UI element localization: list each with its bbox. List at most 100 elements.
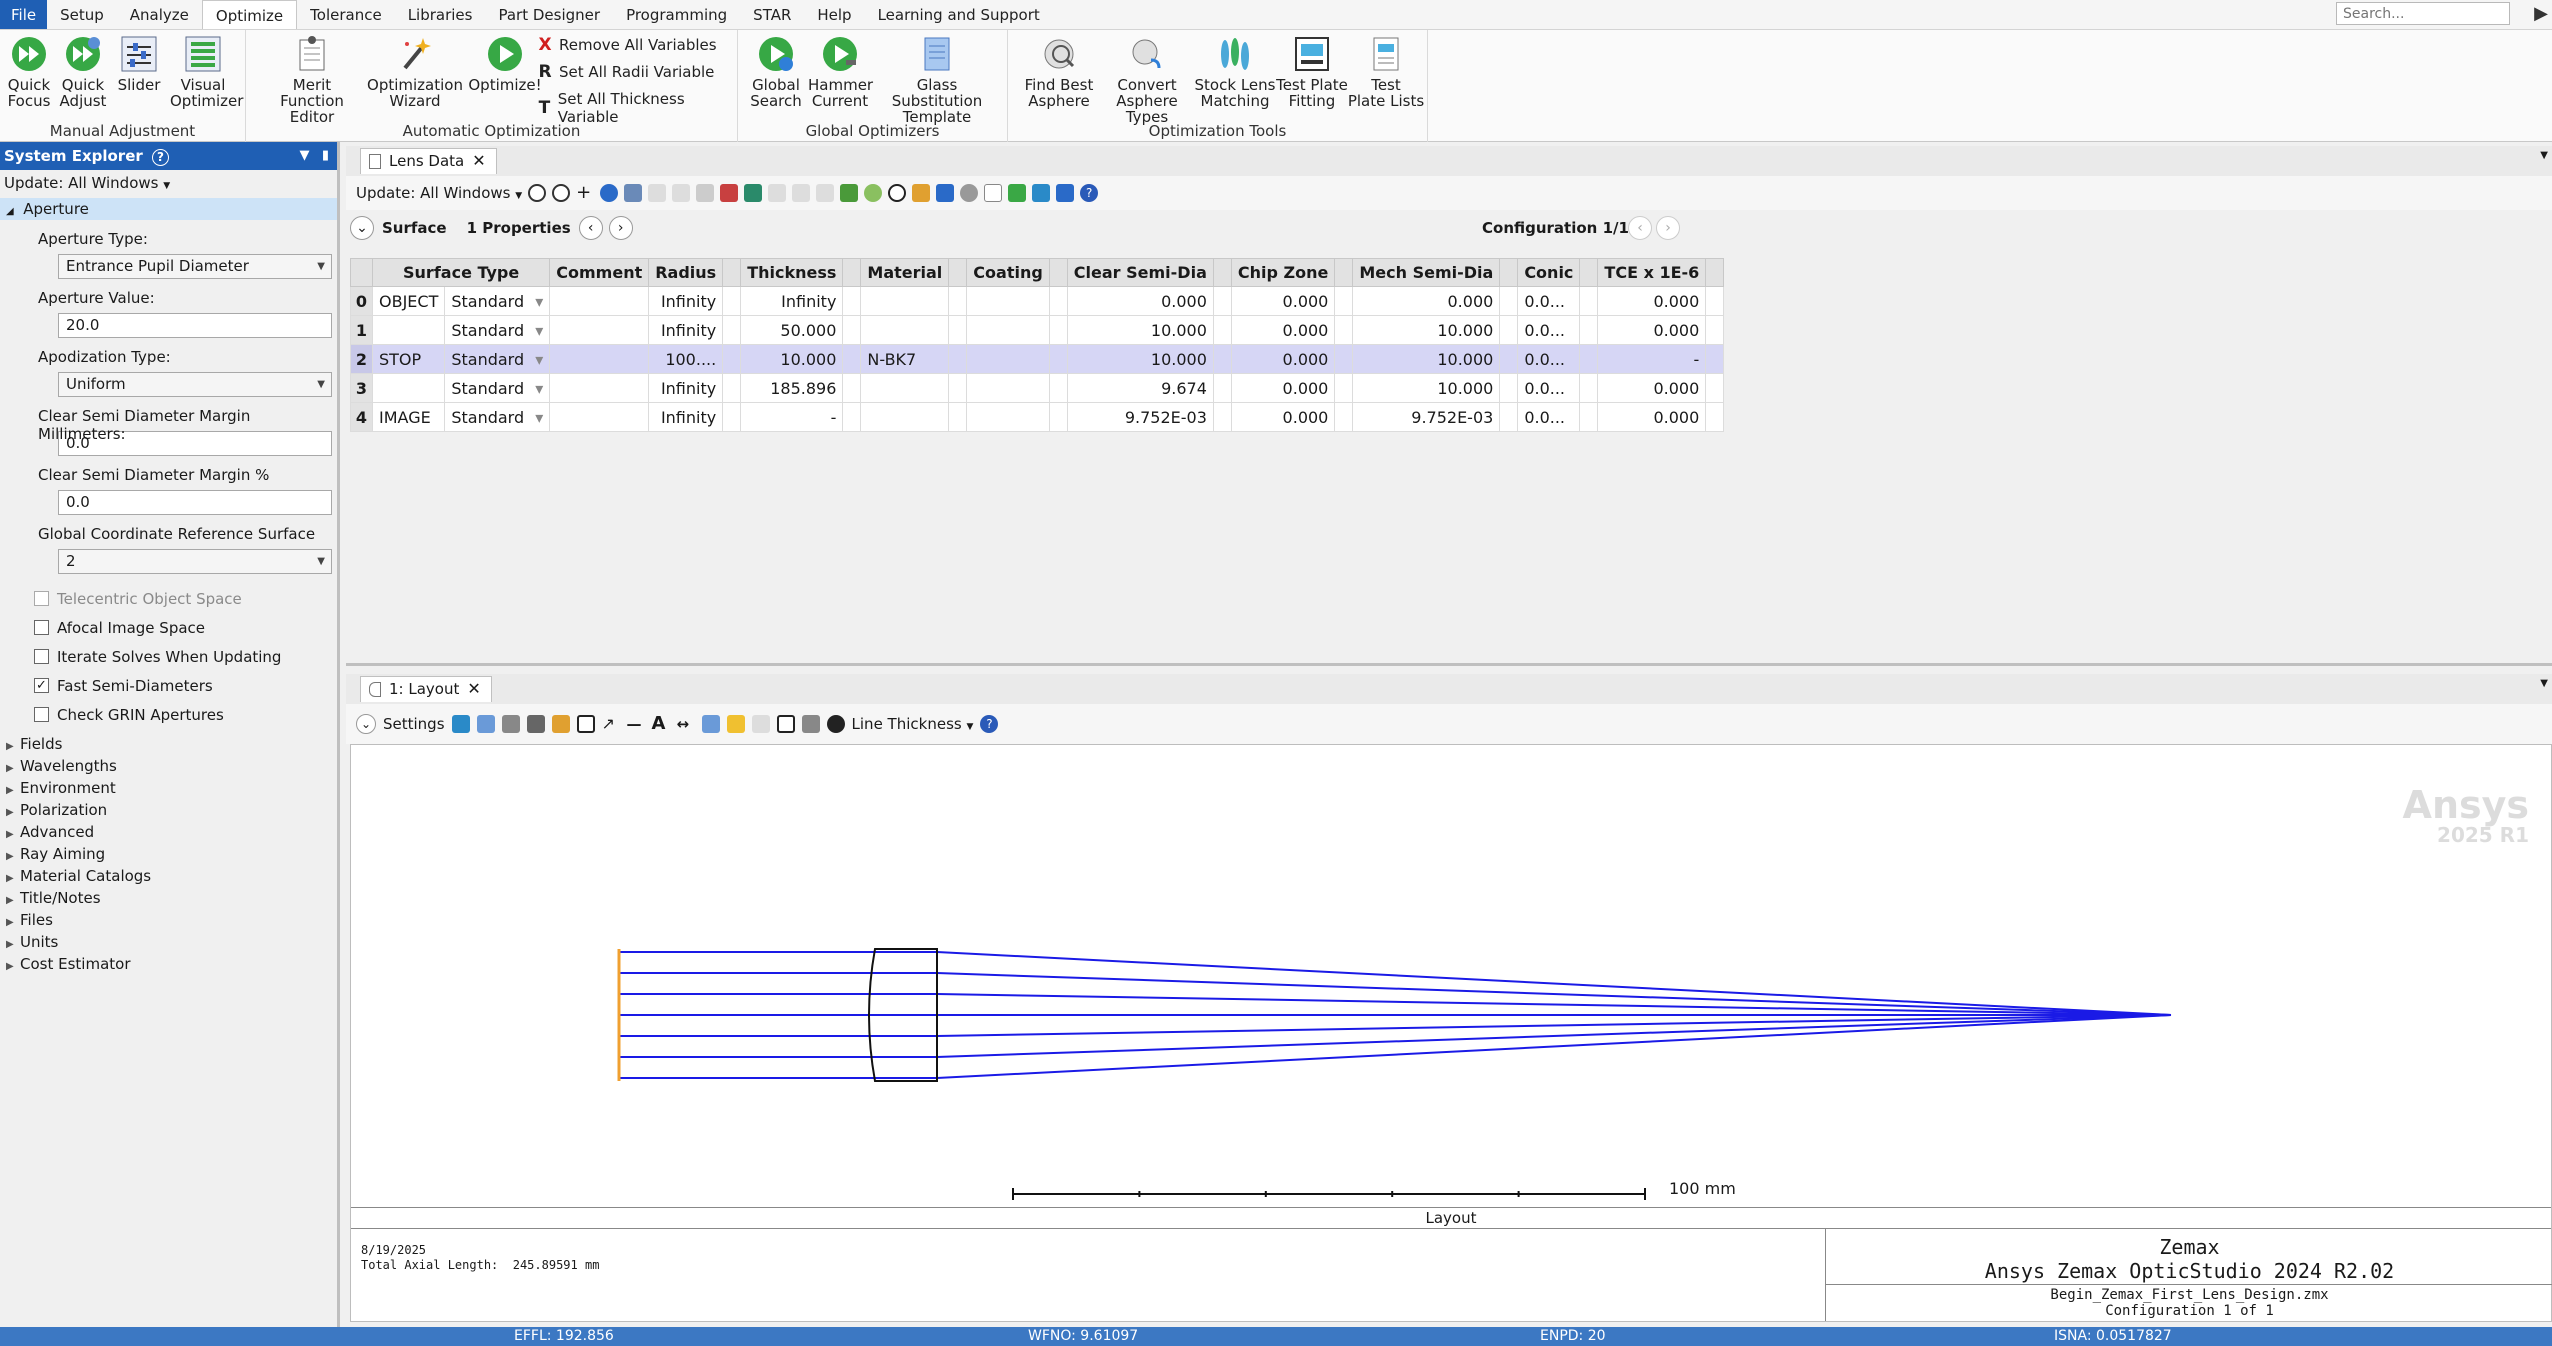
cell-surface-name[interactable] bbox=[371, 373, 446, 403]
tree-ray-aiming[interactable]: ▶ Ray Aiming bbox=[0, 843, 337, 865]
play-arrow-icon[interactable]: ▶ bbox=[2534, 3, 2548, 24]
search-input[interactable] bbox=[2336, 2, 2510, 25]
cell-chip-zone[interactable]: 0.000 bbox=[1230, 315, 1336, 345]
cell-mech-solve[interactable] bbox=[1499, 373, 1519, 403]
table-row[interactable]: 2 STOP Standard ▾ 100.... 10.000 N-BK7 10.000 0… bbox=[350, 344, 1725, 374]
cell-chip-solve[interactable] bbox=[1334, 344, 1354, 374]
quick-focus-button[interactable]: Quick Focus bbox=[4, 34, 54, 109]
tool-icon[interactable] bbox=[696, 184, 715, 202]
cell-csd-solve[interactable] bbox=[1212, 286, 1232, 316]
aperture-type-select[interactable]: Entrance Pupil Diameter ▼ bbox=[58, 254, 332, 279]
cell-radius-solve[interactable] bbox=[722, 344, 742, 374]
globe-icon[interactable] bbox=[600, 184, 619, 202]
text-icon[interactable]: A bbox=[652, 715, 670, 733]
chart-icon[interactable] bbox=[624, 184, 643, 202]
cell-thickness-solve[interactable] bbox=[842, 402, 862, 432]
col-material[interactable]: Material bbox=[860, 258, 950, 287]
cell-conic[interactable]: 0.0... bbox=[1517, 402, 1581, 432]
table-row[interactable]: 4 IMAGE Standard ▾ Infinity - 9.752E-03 0.000 9… bbox=[350, 402, 1725, 432]
cell-conic[interactable]: 0.0... bbox=[1517, 373, 1581, 403]
cell-conic-solve[interactable] bbox=[1579, 315, 1599, 345]
col-coating[interactable]: Coating bbox=[966, 258, 1050, 287]
cell-surface-type[interactable]: Standard ▾ bbox=[444, 286, 551, 316]
settings-chevron-icon[interactable]: ⌄ bbox=[356, 714, 376, 734]
cell-clear-semi-dia[interactable]: 9.674 bbox=[1066, 373, 1214, 403]
surface-type-dropdown-icon[interactable]: ▾ bbox=[530, 408, 543, 427]
pan-icon[interactable] bbox=[701, 715, 720, 733]
copy-icon[interactable] bbox=[476, 715, 495, 733]
cell-coating[interactable] bbox=[966, 315, 1050, 345]
cell-material[interactable]: N-BK7 bbox=[860, 344, 950, 374]
tool-icon[interactable] bbox=[792, 184, 811, 202]
cell-radius[interactable]: Infinity bbox=[648, 315, 724, 345]
cell-surface-name[interactable]: OBJECT bbox=[371, 286, 446, 316]
tool-icon[interactable] bbox=[672, 184, 691, 202]
cell-radius[interactable]: Infinity bbox=[648, 402, 724, 432]
cell-mech-solve[interactable] bbox=[1499, 402, 1519, 432]
cell-radius-solve[interactable] bbox=[722, 315, 742, 345]
hammer-current-button[interactable]: Hammer Current bbox=[808, 34, 873, 109]
fast-semi-diameters-checkbox[interactable]: ✓ Fast Semi-Diameters bbox=[0, 671, 337, 700]
settings-button[interactable]: Settings bbox=[383, 715, 445, 733]
target-icon[interactable] bbox=[826, 715, 845, 733]
tree-cost-estimator[interactable]: ▶ Cost Estimator bbox=[0, 953, 337, 975]
merit-function-editor-button[interactable]: Merit Function Editor bbox=[262, 34, 362, 125]
cell-surface-name[interactable]: IMAGE bbox=[371, 402, 446, 432]
cell-material-solve[interactable] bbox=[948, 402, 968, 432]
cell-coating-solve[interactable] bbox=[1048, 402, 1068, 432]
cell-thickness-solve[interactable] bbox=[842, 373, 862, 403]
cell-tce-solve[interactable] bbox=[1705, 315, 1725, 345]
help-icon[interactable]: ? bbox=[152, 149, 170, 166]
dimension-icon[interactable]: ↔ bbox=[677, 715, 695, 733]
tab-lens-data[interactable]: Lens Data ✕ bbox=[360, 148, 497, 174]
cell-thickness[interactable]: Infinity bbox=[740, 286, 844, 316]
cell-comment[interactable] bbox=[549, 286, 650, 316]
cell-mech-semi-dia[interactable]: 10.000 bbox=[1352, 373, 1501, 403]
cell-mech-semi-dia[interactable]: 9.752E-03 bbox=[1352, 402, 1501, 432]
cell-radius-solve[interactable] bbox=[722, 286, 742, 316]
cell-material-solve[interactable] bbox=[948, 344, 968, 374]
cell-radius-solve[interactable] bbox=[722, 373, 742, 403]
cell-tce[interactable]: 0.000 bbox=[1597, 315, 1707, 345]
cell-tce-solve[interactable] bbox=[1705, 286, 1725, 316]
set-all-thickness-variable-button[interactable]: T Set All Thickness Variable bbox=[536, 90, 737, 126]
cell-radius-solve[interactable] bbox=[722, 402, 742, 432]
menu-analyze[interactable]: Analyze bbox=[117, 0, 202, 29]
close-icon[interactable]: ✕ bbox=[467, 679, 480, 698]
menu-part-designer[interactable]: Part Designer bbox=[485, 0, 613, 29]
cell-surface-name[interactable] bbox=[371, 315, 446, 345]
col-conic[interactable]: Conic bbox=[1517, 258, 1581, 287]
cell-csd-solve[interactable] bbox=[1212, 315, 1232, 345]
tree-fields[interactable]: ▶ Fields bbox=[0, 733, 337, 755]
cell-clear-semi-dia[interactable]: 9.752E-03 bbox=[1066, 402, 1214, 432]
cell-tce-solve[interactable] bbox=[1705, 402, 1725, 432]
menu-star[interactable]: STAR bbox=[740, 0, 804, 29]
cell-comment[interactable] bbox=[549, 402, 650, 432]
tree-advanced[interactable]: ▶ Advanced bbox=[0, 821, 337, 843]
prev-config-icon[interactable]: ‹ bbox=[1628, 216, 1652, 240]
surface-type-dropdown-icon[interactable]: ▾ bbox=[530, 292, 543, 311]
slider-button[interactable]: Slider bbox=[114, 34, 164, 93]
aperture-value-input[interactable]: 20.0 bbox=[58, 313, 332, 338]
col-tce[interactable]: TCE x 1E-6 bbox=[1597, 258, 1707, 287]
rectangle-icon[interactable] bbox=[576, 715, 595, 733]
gcrs-select[interactable]: 2 ▼ bbox=[58, 549, 332, 574]
menu-file[interactable]: File bbox=[0, 0, 48, 29]
tool-icon[interactable] bbox=[864, 184, 883, 202]
help-icon[interactable]: ? bbox=[1080, 184, 1099, 202]
cell-material[interactable] bbox=[860, 286, 950, 316]
cell-material-solve[interactable] bbox=[948, 286, 968, 316]
cell-surface-name[interactable]: STOP bbox=[371, 344, 446, 374]
settings-icon[interactable] bbox=[552, 184, 571, 202]
help-icon[interactable]: ? bbox=[980, 715, 999, 733]
aperture-section[interactable]: ◢ Aperture bbox=[0, 198, 337, 220]
cell-coating[interactable] bbox=[966, 373, 1050, 403]
tree-wavelengths[interactable]: ▶ Wavelengths bbox=[0, 755, 337, 777]
cell-thickness[interactable]: 10.000 bbox=[740, 344, 844, 374]
cell-conic-solve[interactable] bbox=[1579, 286, 1599, 316]
cell-thickness[interactable]: 185.896 bbox=[740, 373, 844, 403]
cell-chip-zone[interactable]: 0.000 bbox=[1230, 286, 1336, 316]
cell-comment[interactable] bbox=[549, 373, 650, 403]
delete-icon[interactable] bbox=[720, 184, 739, 202]
menu-programming[interactable]: Programming bbox=[613, 0, 740, 29]
